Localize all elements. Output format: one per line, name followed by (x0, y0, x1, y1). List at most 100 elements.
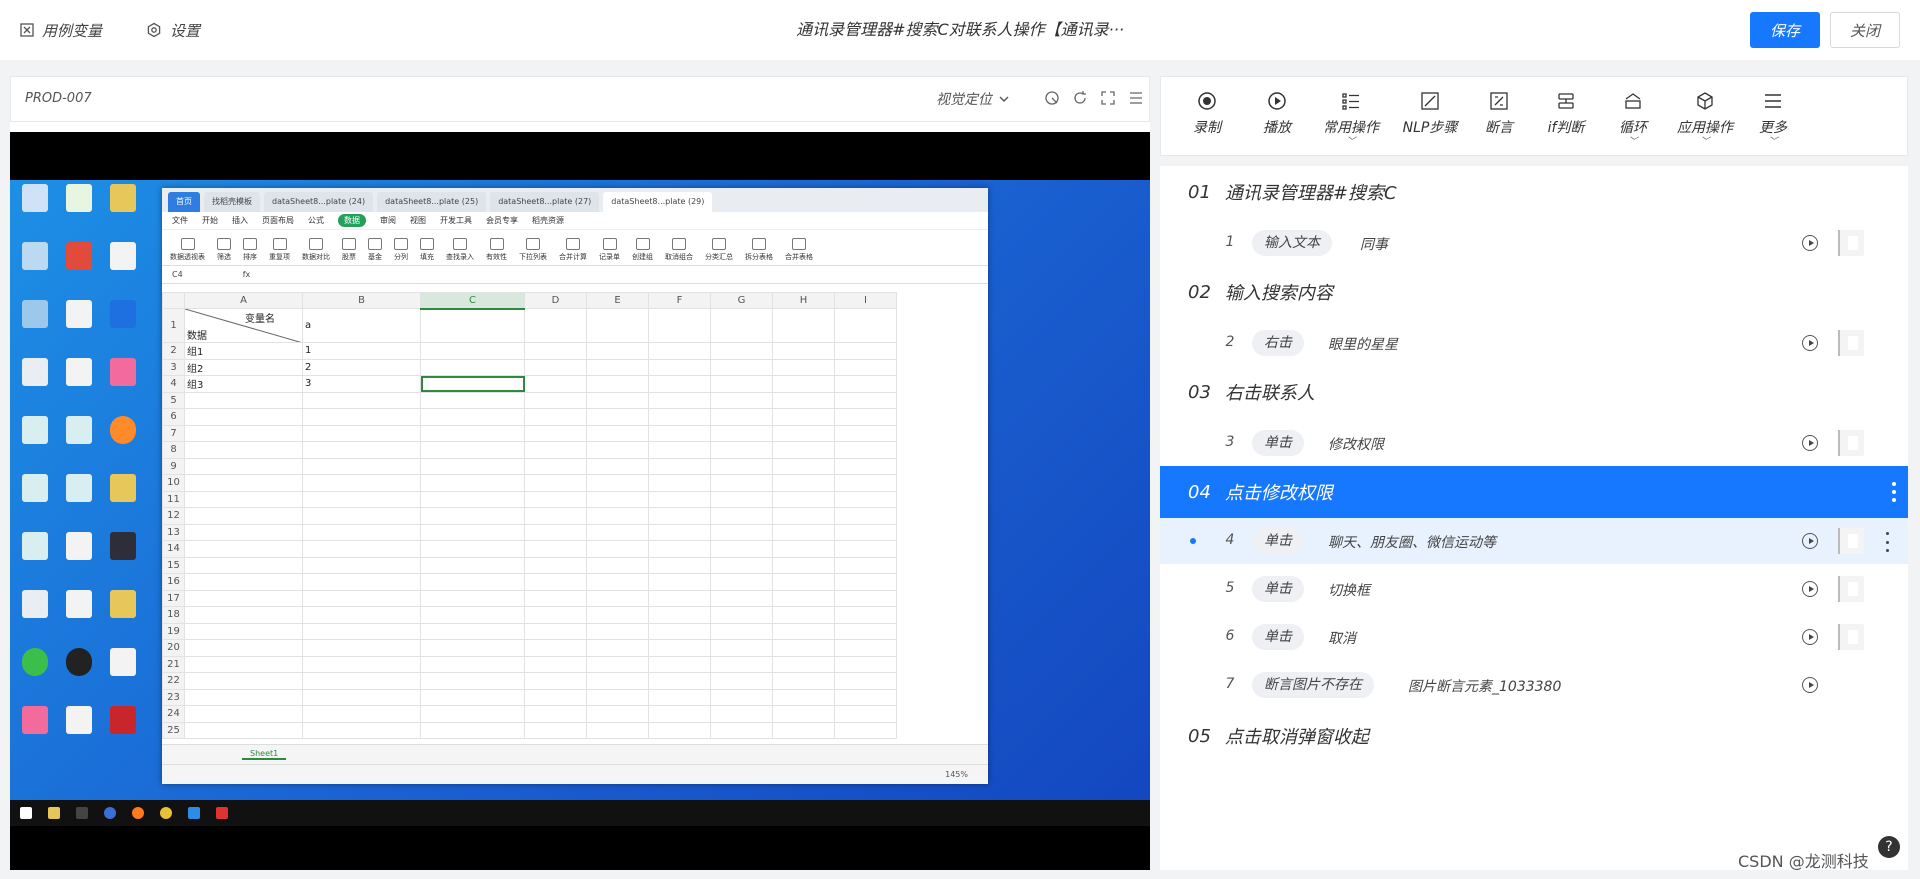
desktop-icon[interactable] (58, 532, 100, 588)
cell[interactable] (184, 655, 303, 673)
step-thumbnail[interactable] (1838, 624, 1864, 650)
cell[interactable] (648, 490, 711, 508)
cell[interactable] (648, 358, 711, 376)
desktop-icon[interactable] (58, 648, 100, 704)
cell[interactable] (302, 655, 421, 673)
desktop-icon[interactable] (58, 184, 100, 240)
cell[interactable] (524, 375, 587, 393)
desktop-icon[interactable] (14, 184, 56, 240)
cell[interactable] (834, 358, 897, 376)
cell[interactable] (302, 523, 421, 541)
cell[interactable] (184, 457, 303, 475)
selected-cell[interactable] (420, 375, 525, 393)
cell[interactable] (420, 540, 525, 558)
desktop-icon[interactable] (58, 242, 100, 298)
cell[interactable] (420, 308, 525, 343)
sheet-tab[interactable]: Sheet1 (242, 749, 287, 760)
ribbon-button[interactable]: 分列 (394, 238, 408, 262)
chrome-icon[interactable] (160, 807, 172, 819)
row-header[interactable]: 4 (162, 375, 185, 393)
play-step-icon[interactable] (1802, 629, 1818, 645)
column-header[interactable]: A (184, 292, 303, 309)
cell[interactable] (772, 589, 835, 607)
cell[interactable] (772, 540, 835, 558)
cell[interactable] (524, 408, 587, 426)
cell[interactable] (710, 457, 773, 475)
cell[interactable] (834, 540, 897, 558)
cell[interactable] (710, 622, 773, 640)
desktop-icon[interactable] (14, 474, 56, 530)
cell[interactable] (184, 391, 303, 409)
fullscreen-icon[interactable] (1099, 89, 1117, 107)
desktop-icon[interactable] (14, 532, 56, 588)
cell[interactable] (420, 441, 525, 459)
desktop-icon[interactable] (14, 416, 56, 472)
cell[interactable] (524, 474, 587, 492)
cell[interactable] (420, 490, 525, 508)
cell[interactable] (586, 688, 649, 706)
cell[interactable] (834, 639, 897, 657)
cell[interactable] (524, 308, 587, 343)
cell[interactable] (302, 391, 421, 409)
cell[interactable] (834, 342, 897, 360)
save-button[interactable]: 保存 (1750, 12, 1820, 48)
cell[interactable] (586, 308, 649, 343)
cell[interactable]: a (302, 308, 421, 343)
cell[interactable] (184, 606, 303, 624)
cell[interactable] (834, 424, 897, 442)
cell[interactable] (586, 540, 649, 558)
cell[interactable] (586, 573, 649, 591)
edge-icon[interactable] (188, 807, 200, 819)
cell[interactable] (524, 721, 587, 739)
cell[interactable] (834, 308, 897, 343)
cell[interactable] (586, 523, 649, 541)
play-step-icon[interactable] (1802, 581, 1818, 597)
cell[interactable] (586, 424, 649, 442)
step-group-active[interactable]: 04 点击修改权限 (1160, 466, 1908, 518)
menu-item[interactable]: 页面布局 (262, 215, 294, 226)
column-header[interactable]: I (834, 292, 897, 309)
ribbon-button[interactable]: 股票 (342, 238, 356, 262)
row-header[interactable]: 11 (162, 490, 185, 508)
cell[interactable] (710, 655, 773, 673)
cell[interactable] (524, 655, 587, 673)
cell[interactable] (420, 523, 525, 541)
cell[interactable] (524, 639, 587, 657)
cell[interactable] (302, 457, 421, 475)
help-icon[interactable]: ? (1878, 836, 1900, 858)
more-vertical-icon[interactable] (1886, 532, 1890, 552)
cell[interactable] (586, 358, 649, 376)
cell[interactable] (772, 556, 835, 574)
step-row[interactable]: 2 右击 眼里的星星 (1160, 320, 1908, 366)
desktop-icon[interactable] (102, 706, 144, 762)
row-header[interactable]: 13 (162, 523, 185, 541)
cell[interactable] (420, 408, 525, 426)
cell[interactable] (524, 441, 587, 459)
cell[interactable] (302, 705, 421, 723)
cell[interactable] (524, 606, 587, 624)
cell[interactable] (772, 408, 835, 426)
cell[interactable] (710, 375, 773, 393)
cell[interactable] (302, 622, 421, 640)
step-row[interactable]: 6 单击 取消 (1160, 614, 1908, 660)
cell[interactable] (184, 523, 303, 541)
cell[interactable] (302, 540, 421, 558)
cell[interactable] (710, 672, 773, 690)
cell[interactable] (648, 308, 711, 343)
row-header[interactable]: 23 (162, 688, 185, 706)
cell[interactable] (524, 457, 587, 475)
zoom-level[interactable]: 145% (945, 770, 968, 779)
cell[interactable] (648, 606, 711, 624)
column-header[interactable]: B (302, 292, 421, 309)
ribbon-button[interactable]: 分类汇总 (705, 238, 733, 262)
row-header[interactable]: 25 (162, 721, 185, 739)
desktop-icon[interactable] (102, 474, 144, 530)
cell[interactable] (648, 622, 711, 640)
cell[interactable] (710, 358, 773, 376)
cell[interactable] (524, 622, 587, 640)
cell[interactable] (772, 441, 835, 459)
cell[interactable] (524, 556, 587, 574)
cell[interactable] (420, 391, 525, 409)
folder-icon[interactable] (48, 807, 60, 819)
step-row[interactable]: 5 单击 切换框 (1160, 566, 1908, 612)
